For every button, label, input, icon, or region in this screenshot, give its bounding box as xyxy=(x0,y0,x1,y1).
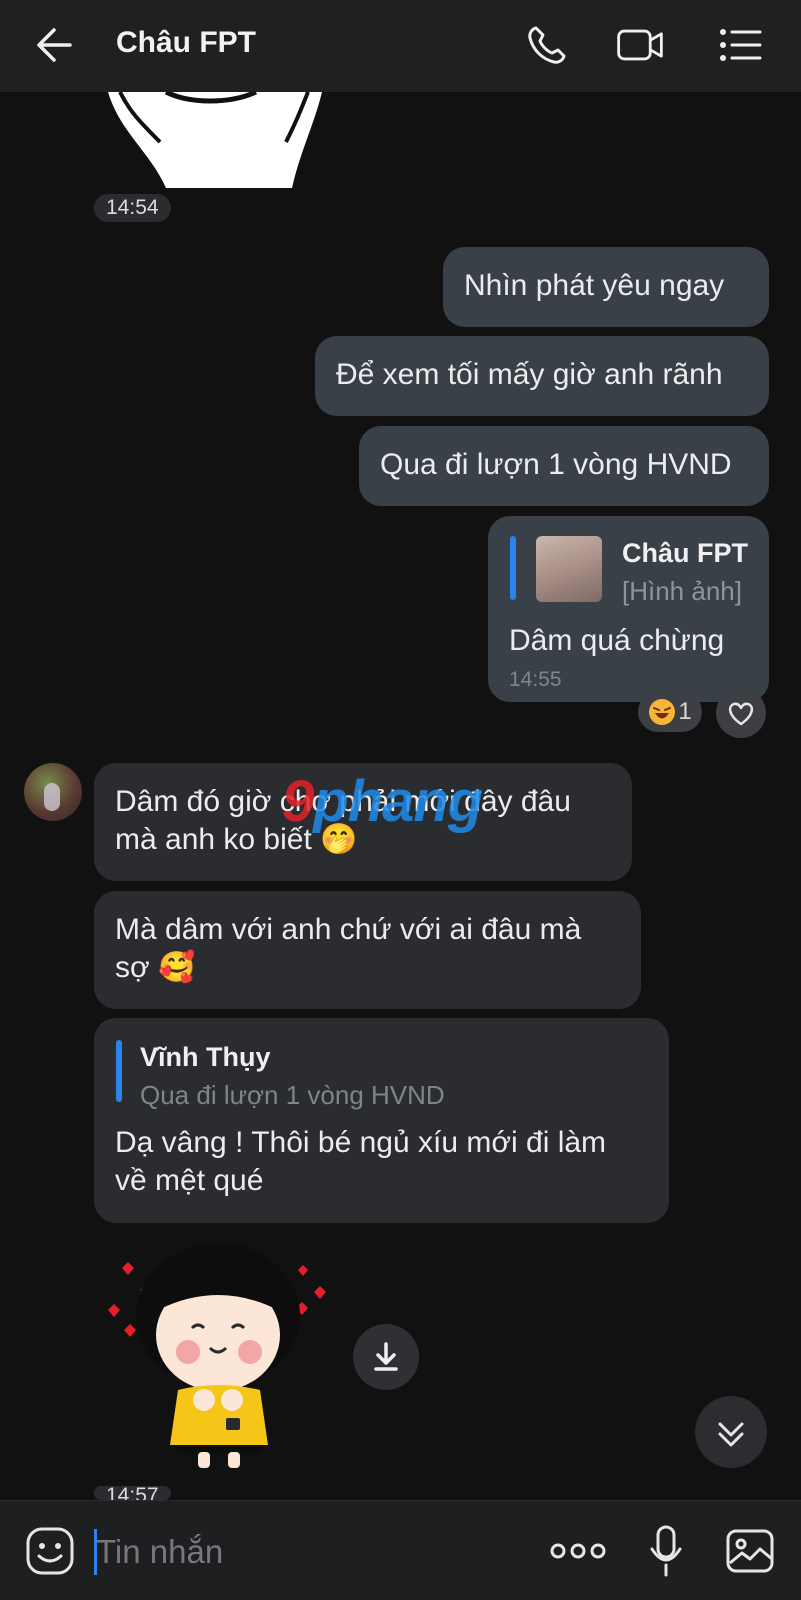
watermark-logo: 9phang xyxy=(282,769,483,834)
message-input[interactable]: Tin nhắn xyxy=(96,1533,223,1571)
sticker-image[interactable] xyxy=(100,1240,340,1470)
heart-icon xyxy=(728,702,754,726)
quote-content: [Hình ảnh] xyxy=(622,576,742,606)
message-text-line: Dạ vâng ! Thôi bé ngủ xíu mới đi làm xyxy=(115,1126,607,1159)
outgoing-message-bubble[interactable]: Qua đi lượn 1 vòng HVND xyxy=(359,426,769,506)
quote-content: Qua đi lượn 1 vòng HVND xyxy=(140,1080,445,1110)
reaction-count: 1 xyxy=(678,698,692,725)
message-timestamp: 14:55 xyxy=(509,668,562,691)
video-call-icon[interactable] xyxy=(614,20,666,70)
quote-sender-name: Châu FPT xyxy=(622,538,748,568)
quote-sender-name: Vĩnh Thụy xyxy=(140,1042,271,1072)
back-arrow-icon[interactable] xyxy=(30,22,80,68)
double-chevron-down-icon xyxy=(718,1422,744,1447)
incoming-message-bubble[interactable]: Mà dâm với anh chứ với ai đâu mà sợ 🥰 xyxy=(94,891,641,1009)
image-gallery-icon[interactable] xyxy=(724,1525,776,1577)
message-text: Qua đi lượn 1 vòng HVND xyxy=(380,448,732,481)
phone-call-icon[interactable] xyxy=(522,20,574,70)
quoted-image-thumbnail[interactable] xyxy=(536,536,602,602)
message-text: Nhìn phát yêu ngay xyxy=(464,269,725,302)
incoming-reply-bubble[interactable]: Vĩnh Thụy Qua đi lượn 1 vòng HVND Dạ vân… xyxy=(94,1018,669,1223)
react-heart-button[interactable] xyxy=(716,688,766,738)
outgoing-reply-bubble[interactable]: Châu FPT [Hình ảnh] Dâm quá chừng 14:55 xyxy=(488,516,769,702)
menu-list-icon[interactable] xyxy=(714,20,766,70)
avatar[interactable] xyxy=(24,763,82,821)
message-text: Dâm quá chừng xyxy=(509,624,725,657)
chat-header: Châu FPT xyxy=(0,0,801,92)
more-options-icon[interactable] xyxy=(548,1531,608,1571)
download-button[interactable] xyxy=(353,1324,419,1390)
message-timestamp: 14:57 xyxy=(94,1486,171,1500)
outgoing-message-bubble[interactable]: Để xem tối mấy giờ anh rãnh xyxy=(315,336,769,416)
message-text-line: sợ 🥰 xyxy=(115,951,196,984)
microphone-icon[interactable] xyxy=(646,1523,686,1579)
contact-name[interactable]: Châu FPT xyxy=(116,26,256,60)
quote-indicator xyxy=(510,536,516,600)
quote-indicator xyxy=(116,1040,122,1102)
message-timestamp: 14:54 xyxy=(94,194,171,222)
sticker-image[interactable] xyxy=(100,92,330,188)
message-text: Để xem tối mấy giờ anh rãnh xyxy=(336,358,723,391)
download-icon xyxy=(374,1342,398,1371)
message-text-line: Mà dâm với anh chứ với ai đâu mà xyxy=(115,913,582,946)
laughing-emoji-icon xyxy=(649,699,676,725)
emoji-sticker-icon[interactable] xyxy=(24,1525,76,1577)
reaction-summary[interactable]: 1 xyxy=(638,692,702,732)
scroll-to-bottom-button[interactable] xyxy=(695,1396,767,1468)
message-composer: Tin nhắn xyxy=(0,1500,801,1600)
outgoing-message-bubble[interactable]: Nhìn phát yêu ngay xyxy=(443,247,769,327)
message-text-line: về mệt qué xyxy=(115,1164,264,1197)
